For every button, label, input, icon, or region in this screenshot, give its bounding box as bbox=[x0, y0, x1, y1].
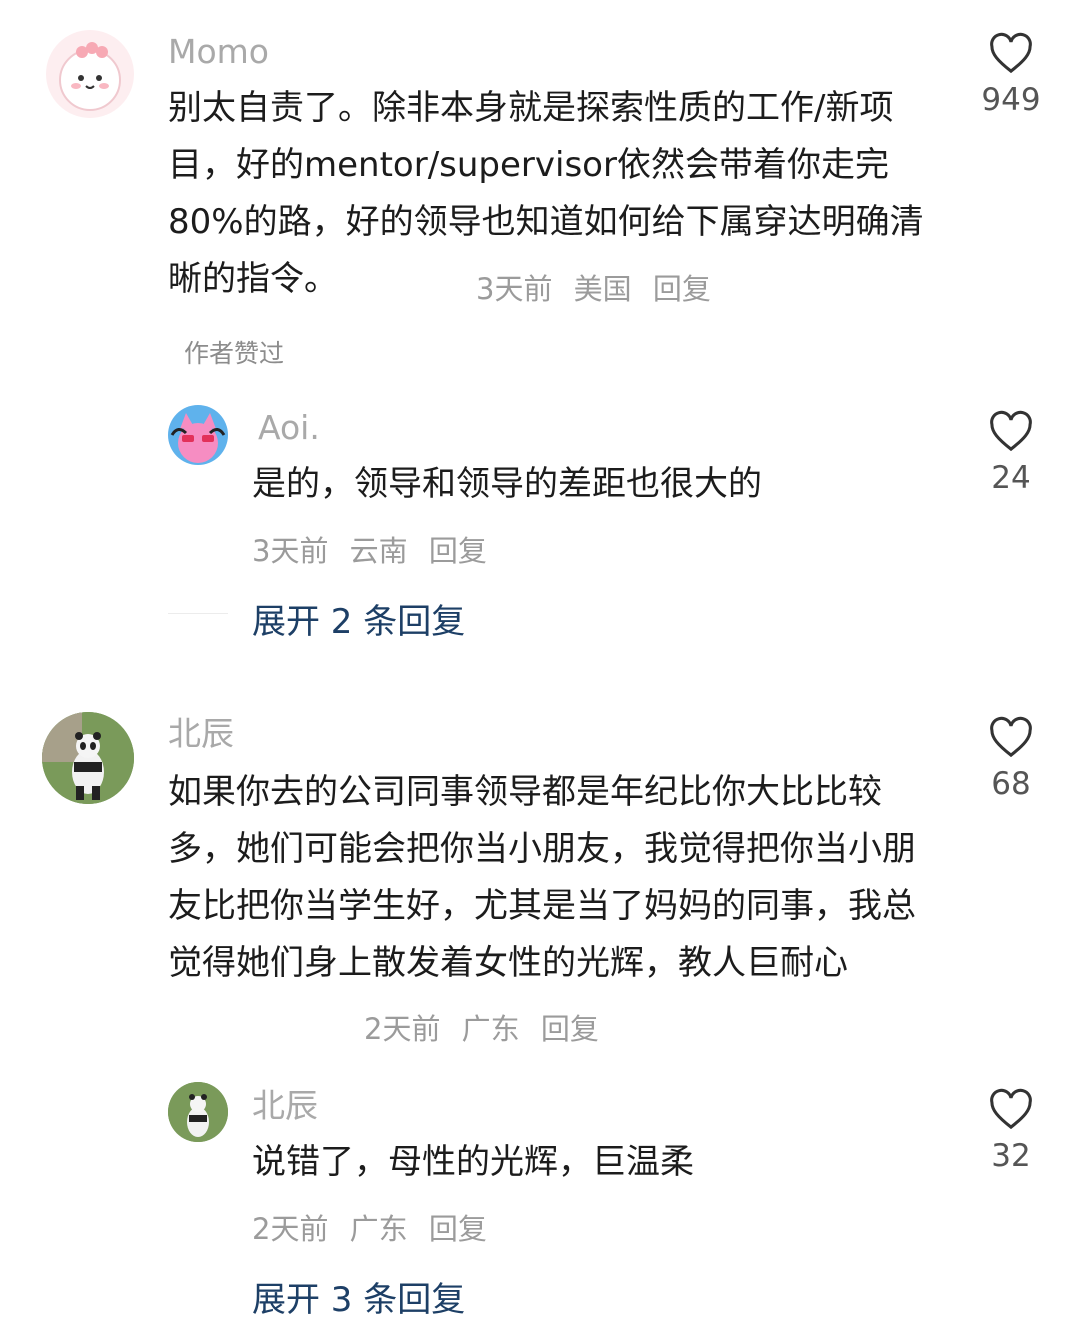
comment-time: 2天前 bbox=[364, 1012, 441, 1046]
like-button[interactable]: 24 bbox=[976, 410, 1046, 496]
like-button[interactable]: 32 bbox=[976, 1088, 1046, 1174]
reply-button[interactable]: 回复 bbox=[429, 534, 487, 568]
heart-outline-icon bbox=[990, 716, 1032, 758]
reply-meta: 2天前 广东 回复 bbox=[252, 1206, 499, 1248]
avatar-aoi[interactable] bbox=[168, 405, 228, 465]
reply-button[interactable]: 回复 bbox=[541, 1012, 599, 1046]
like-count: 24 bbox=[991, 460, 1031, 496]
comment-meta: 3天前 美国 回复 bbox=[476, 266, 723, 308]
comment-username[interactable]: 北辰 bbox=[168, 714, 234, 754]
like-button[interactable]: 949 bbox=[976, 32, 1046, 118]
reply-username[interactable]: 北辰 bbox=[252, 1086, 318, 1126]
reply-time: 2天前 bbox=[252, 1212, 329, 1246]
author-liked-badge: 作者赞过 bbox=[184, 339, 285, 368]
like-count: 949 bbox=[981, 82, 1041, 118]
expand-replies-button[interactable]: 展开 3 条回复 bbox=[252, 1272, 465, 1321]
comment-username[interactable]: Momo bbox=[168, 32, 269, 72]
avatar-beichen-reply[interactable] bbox=[168, 1082, 228, 1142]
comment-text: 如果你去的公司同事领导都是年纪比你大比比较多，她们可能会把你当小朋友，我觉得把你… bbox=[168, 772, 916, 983]
reply-username[interactable]: Aoi. bbox=[258, 408, 320, 448]
reply-button[interactable]: 回复 bbox=[429, 1212, 487, 1246]
heart-outline-icon bbox=[990, 1088, 1032, 1130]
reply-location: 云南 bbox=[349, 534, 408, 568]
like-count: 32 bbox=[991, 1138, 1031, 1174]
comment-time: 3天前 bbox=[476, 272, 553, 306]
reply-meta: 3天前 云南 回复 bbox=[252, 528, 499, 570]
comment-location: 美国 bbox=[573, 272, 632, 306]
comment-location: 广东 bbox=[461, 1012, 520, 1046]
avatar-momo[interactable] bbox=[46, 30, 134, 118]
heart-outline-icon bbox=[990, 32, 1032, 74]
reply-text: 说错了，母性的光辉，巨温柔 bbox=[252, 1142, 694, 1182]
comment-meta: 2天前 广东 回复 bbox=[364, 1006, 611, 1048]
reply-button[interactable]: 回复 bbox=[653, 272, 711, 306]
reply-time: 3天前 bbox=[252, 534, 329, 568]
expand-replies-button[interactable]: 展开 2 条回复 bbox=[252, 594, 465, 643]
reply-location: 广东 bbox=[349, 1212, 408, 1246]
expand-divider bbox=[168, 613, 228, 614]
like-count: 68 bbox=[991, 766, 1031, 802]
reply-text: 是的，领导和领导的差距也很大的 bbox=[252, 464, 762, 504]
like-button[interactable]: 68 bbox=[976, 716, 1046, 802]
heart-outline-icon bbox=[990, 410, 1032, 452]
avatar-beichen[interactable] bbox=[42, 712, 134, 804]
